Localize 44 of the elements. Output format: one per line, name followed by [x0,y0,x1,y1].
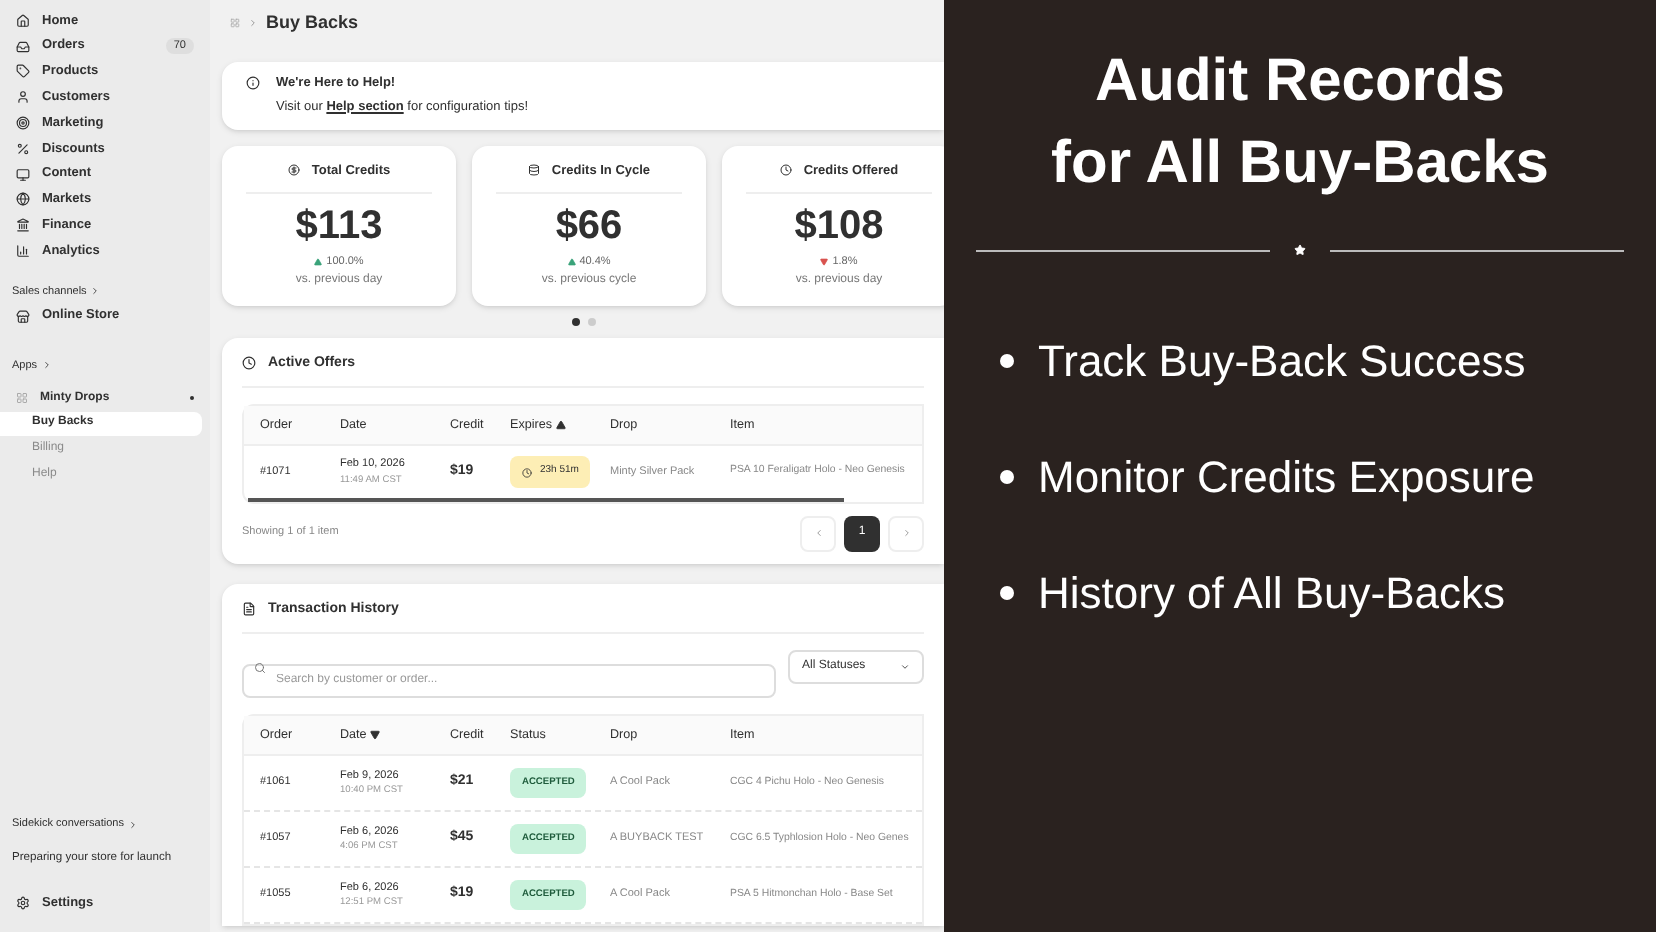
nav-icon [16,244,30,259]
chevron-down-icon [900,662,910,672]
nav-icon [16,64,30,79]
clock-icon [522,467,532,477]
bullet-text: History of All Buy-Backs [1038,566,1506,622]
chevron-right-icon [127,819,138,830]
chevron-left-icon [813,528,823,538]
document-icon [242,602,256,617]
search-icon [254,661,266,673]
chevron-right-icon [41,360,52,371]
chevron-right-icon [248,18,258,28]
chevron-right-icon [901,528,911,538]
nav-icon [16,192,30,207]
nav-icon [16,13,30,28]
nav-icon [16,141,30,156]
nav-icon [16,167,30,182]
star-icon [1294,244,1306,256]
stat-icon [527,164,540,177]
stat-icon [287,164,300,177]
stat-value: $113 [295,206,383,247]
app-icon [16,392,28,405]
bullet-icon [1000,586,1014,600]
app-icon [230,18,240,28]
store-icon [16,309,30,324]
settings-icon [16,896,30,911]
bullet-text: Monitor Credits Exposure [1038,450,1535,506]
clock-icon [242,356,256,371]
bullet-text: Track Buy-Back Success [1038,334,1526,390]
nav-icon [16,90,30,105]
promo-title: for All Buy-Backs [1051,128,1549,200]
stat-value: $66 [555,206,623,247]
stat-value: $108 [794,206,884,247]
bullet-icon [1000,354,1014,368]
info-icon [246,76,260,90]
next-page-button[interactable] [888,515,924,551]
nav-icon [16,218,30,233]
nav-icon [16,39,30,54]
nav-icon [16,116,30,131]
promo-title: Audit Records [1094,46,1505,118]
page-title: Buy Backs [266,9,359,36]
chevron-right-icon [90,286,101,297]
stat-icon [779,164,792,177]
bullet-icon [1000,470,1014,484]
previous-page-button[interactable] [800,515,836,551]
